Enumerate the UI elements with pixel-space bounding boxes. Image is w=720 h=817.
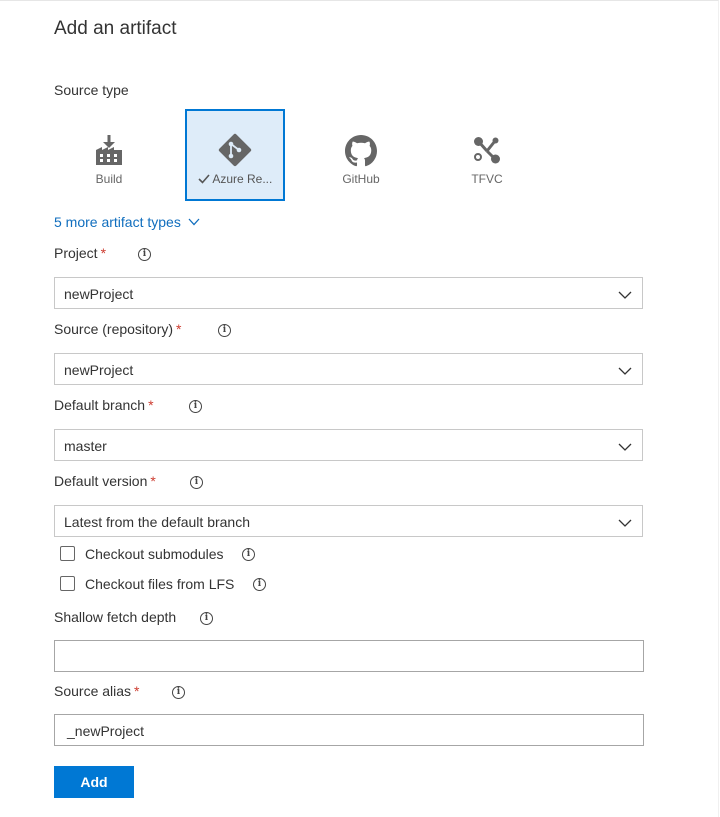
chevron-down-icon [185, 214, 200, 230]
project-dropdown[interactable]: newProject [54, 277, 643, 309]
tile-build[interactable]: Build [59, 110, 159, 202]
branch-label: Default branch * [54, 397, 154, 413]
tile-github[interactable]: GitHub [311, 110, 411, 202]
tile-tfvc[interactable]: TFVC [437, 110, 537, 202]
checkout-lfs-checkbox[interactable] [60, 576, 75, 591]
project-label-text: Project [54, 245, 98, 261]
github-icon [345, 135, 377, 172]
checkout-submodules-checkbox[interactable] [60, 546, 75, 561]
info-icon[interactable]: i [253, 578, 266, 591]
info-icon[interactable]: i [242, 548, 255, 561]
version-value: Latest from the default branch [64, 514, 250, 530]
version-label: Default version * [54, 473, 156, 489]
project-label: Project * [54, 245, 106, 261]
azure-repos-icon [218, 133, 252, 172]
source-value: newProject [64, 362, 134, 378]
chevron-down-icon [618, 363, 632, 381]
alias-value: _newProject [67, 723, 145, 739]
required-marker: * [150, 473, 156, 489]
alias-label: Source alias * [54, 683, 140, 699]
tile-azure-repos-label: Azure Re... [187, 172, 283, 186]
version-label-text: Default version [54, 473, 148, 489]
required-marker: * [134, 683, 140, 699]
tile-github-label: GitHub [342, 172, 380, 186]
info-icon[interactable]: i [200, 612, 213, 625]
info-icon[interactable]: i [218, 324, 231, 337]
build-icon [94, 135, 124, 172]
required-marker: * [148, 397, 154, 413]
shallow-fetch-input[interactable] [54, 640, 644, 672]
panel-title: Add an artifact [54, 18, 177, 39]
project-value: newProject [64, 286, 134, 302]
tfvc-icon [472, 135, 502, 170]
alias-input[interactable]: _newProject [54, 714, 644, 746]
source-type-label: Source type [54, 82, 129, 98]
info-icon[interactable]: i [172, 686, 185, 699]
required-marker: * [176, 321, 182, 337]
more-artifact-types-text: 5 more artifact types [54, 214, 181, 230]
source-dropdown[interactable]: newProject [54, 353, 643, 385]
info-icon[interactable]: i [190, 476, 203, 489]
chevron-down-icon [618, 439, 632, 457]
source-label: Source (repository) * [54, 321, 182, 337]
checkout-lfs-label: Checkout files from LFS [85, 576, 235, 592]
checkout-submodules-label: Checkout submodules [85, 546, 224, 562]
chevron-down-icon [618, 287, 632, 305]
branch-dropdown[interactable]: master [54, 429, 643, 461]
info-icon[interactable]: i [189, 400, 202, 413]
branch-value: master [64, 438, 107, 454]
info-icon[interactable]: i [138, 248, 151, 261]
tile-tfvc-label: TFVC [471, 172, 503, 186]
version-dropdown[interactable]: Latest from the default branch [54, 505, 643, 537]
chevron-down-icon [618, 515, 632, 533]
add-artifact-panel: Add an artifact Source type Build Azure … [0, 0, 719, 817]
branch-label-text: Default branch [54, 397, 146, 413]
add-button[interactable]: Add [54, 766, 134, 798]
source-label-text: Source (repository) [54, 321, 174, 337]
alias-label-text: Source alias [54, 683, 132, 699]
tile-azure-repos-text: Azure Re... [212, 172, 273, 186]
shallow-fetch-label: Shallow fetch depth [54, 609, 177, 625]
required-marker: * [100, 245, 107, 261]
checkmark-icon [198, 172, 213, 186]
tile-build-label: Build [95, 172, 123, 186]
tile-azure-repos[interactable]: Azure Re... [185, 109, 285, 201]
more-artifact-types-link[interactable]: 5 more artifact types [54, 214, 200, 230]
